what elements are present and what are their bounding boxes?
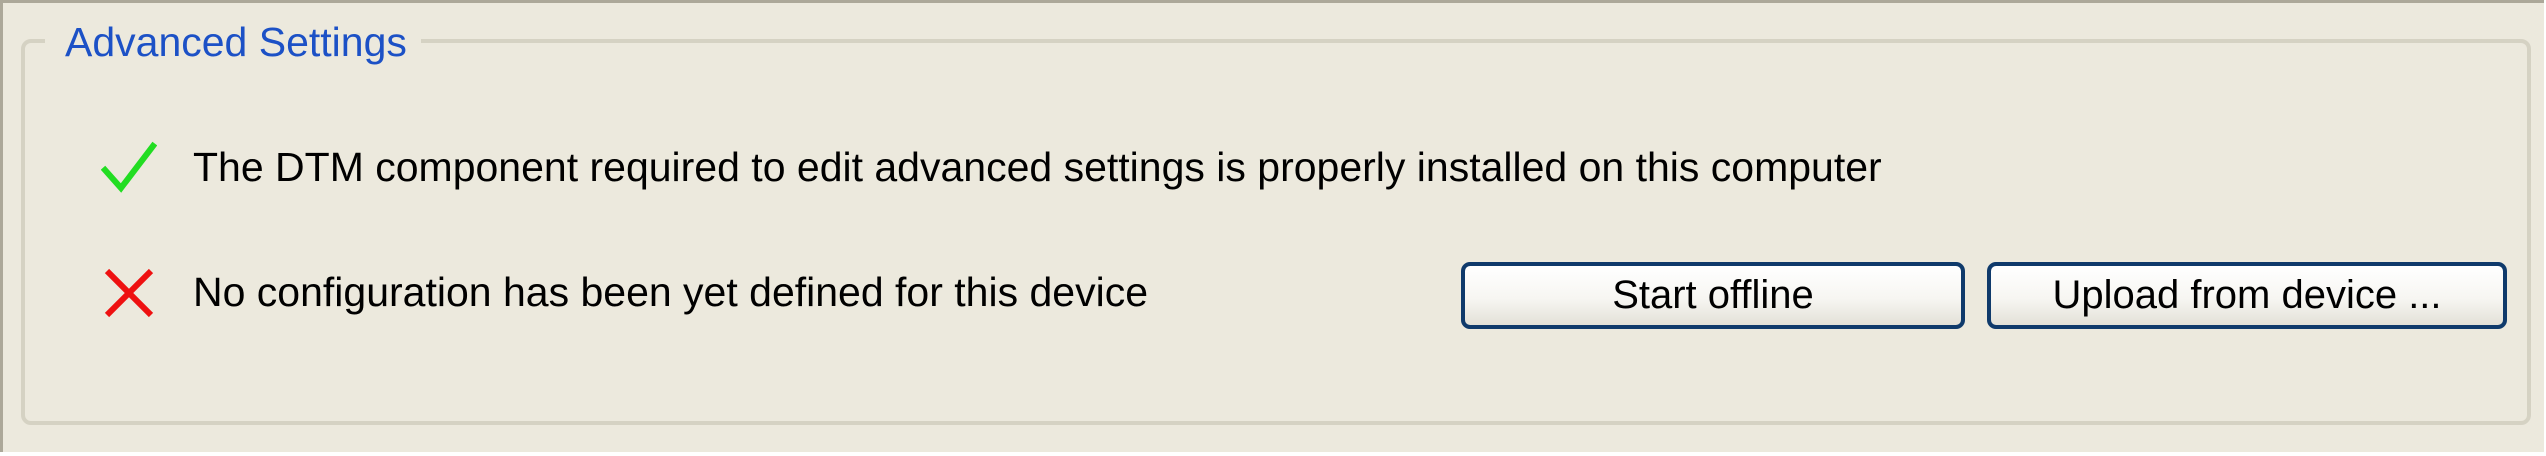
configuration-status-text: No configuration has been yet defined fo…: [193, 269, 1148, 315]
group-title: Advanced Settings: [45, 13, 421, 71]
advanced-settings-group: [21, 39, 2531, 425]
advanced-settings-panel: Advanced Settings The DTM component requ…: [0, 0, 2544, 452]
dtm-status-row: The DTM component required to edit advan…: [3, 132, 2544, 202]
start-offline-button[interactable]: Start offline: [1461, 262, 1965, 329]
upload-from-device-button[interactable]: Upload from device ...: [1987, 262, 2507, 329]
checkmark-icon: [101, 141, 157, 193]
cross-icon: [104, 268, 154, 318]
dtm-status-text: The DTM component required to edit advan…: [193, 144, 1882, 190]
